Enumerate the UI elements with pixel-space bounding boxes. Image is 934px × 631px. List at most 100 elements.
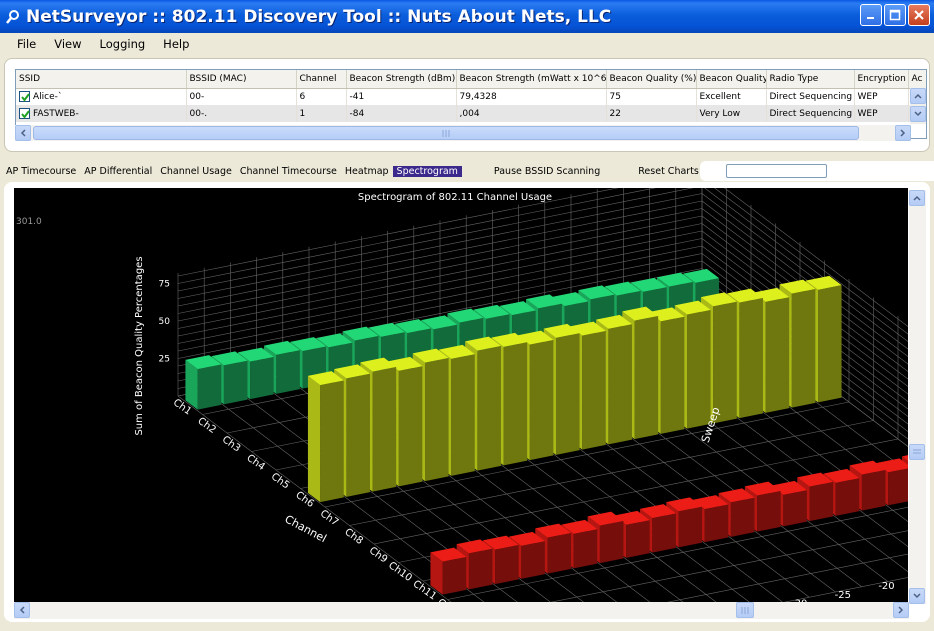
bar-side-face bbox=[861, 469, 886, 511]
bar-side-face bbox=[346, 373, 370, 497]
tab-heatmap[interactable]: Heatmap bbox=[341, 166, 393, 177]
quality-pct-cell: 22 bbox=[606, 105, 697, 122]
encryption-cell: WEP bbox=[854, 88, 909, 105]
z-tick-label: -20 bbox=[878, 581, 894, 592]
bar-side-face bbox=[529, 339, 554, 461]
menu-logging[interactable]: Logging bbox=[91, 37, 155, 51]
bar-side-face bbox=[809, 481, 834, 522]
tab-spectrogram[interactable]: Spectrogram bbox=[392, 165, 462, 177]
col-radio[interactable]: Radio Type bbox=[766, 70, 855, 89]
chart-scroll-up-icon[interactable] bbox=[909, 190, 925, 206]
table-horizontal-scrollbar[interactable] bbox=[15, 125, 911, 141]
col-channel[interactable]: Channel bbox=[296, 70, 347, 89]
bar-side-face bbox=[477, 345, 501, 471]
channel-cell: 6 bbox=[296, 88, 347, 105]
spectrogram-chart: Spectrogram of 802.11 Channel Usage 301.… bbox=[14, 188, 908, 602]
row-checkbox[interactable] bbox=[19, 91, 30, 103]
bar-side-face bbox=[599, 520, 624, 564]
spectrogram-svg: Spectrogram of 802.11 Channel Usage 301.… bbox=[16, 188, 908, 602]
bar-side-face bbox=[608, 324, 632, 445]
menu-view[interactable]: View bbox=[45, 37, 90, 51]
bar-side-face bbox=[888, 468, 908, 506]
bar-side-face bbox=[713, 301, 737, 424]
bar-side-face bbox=[424, 357, 449, 482]
chart-title: Spectrogram of 802.11 Channel Usage bbox=[358, 192, 552, 203]
x-tick-label: Ch3 bbox=[220, 434, 242, 454]
scroll-up-icon[interactable] bbox=[910, 88, 926, 104]
table-scroll-thumb[interactable] bbox=[33, 126, 859, 140]
x-tick-label: Ch5 bbox=[269, 471, 291, 491]
table-row[interactable]: Alice-` 00- 6 -41 79,4328 75 Excellent D… bbox=[16, 88, 926, 105]
minimize-button[interactable] bbox=[860, 4, 882, 26]
bar-side-face bbox=[686, 309, 711, 429]
spectrogram-bar bbox=[185, 355, 222, 410]
chart-scroll-thumb[interactable] bbox=[909, 444, 925, 460]
menu-bar: File View Logging Help bbox=[0, 33, 934, 55]
close-button[interactable] bbox=[908, 4, 930, 26]
chart-scroll-right-icon[interactable] bbox=[893, 602, 909, 618]
col-mwatt[interactable]: Beacon Strength (mWatt x 10^6) bbox=[456, 70, 607, 89]
bar-side-face bbox=[634, 315, 659, 440]
tab-text-field[interactable] bbox=[726, 164, 827, 178]
chart-scroll-left-icon[interactable] bbox=[14, 602, 30, 618]
x-tick-label: Ch9 bbox=[367, 545, 389, 565]
window-title: NetSurveyor :: 802.11 Discovery Tool :: … bbox=[26, 6, 612, 27]
menu-help[interactable]: Help bbox=[154, 37, 198, 51]
col-ac[interactable]: Ac bbox=[908, 70, 926, 89]
col-bssid[interactable]: BSSID (MAC) bbox=[186, 70, 297, 89]
col-ssid[interactable]: SSID bbox=[16, 70, 187, 89]
bssid-cell: 00-. bbox=[186, 105, 297, 122]
bar-side-face bbox=[730, 497, 755, 537]
bar-front-face bbox=[307, 375, 321, 503]
tab-channel-timecourse[interactable]: Channel Timecourse bbox=[236, 166, 341, 177]
tab-ap-differential[interactable]: AP Differential bbox=[80, 166, 156, 177]
col-encryption[interactable]: Encryption bbox=[854, 70, 909, 89]
y-tick-label: 50 bbox=[159, 317, 171, 327]
scroll-left-icon[interactable] bbox=[15, 125, 31, 141]
row-checkbox[interactable] bbox=[19, 108, 30, 119]
bar-side-face bbox=[739, 297, 763, 419]
bar-side-face bbox=[451, 354, 475, 476]
x-tick-label: Ch8 bbox=[342, 527, 364, 547]
bar-side-face bbox=[495, 544, 519, 585]
bar-side-face bbox=[835, 478, 860, 516]
x-tick-label: Ch7 bbox=[318, 508, 340, 528]
col-dbm[interactable]: Beacon Strength (dBm) bbox=[346, 70, 457, 89]
chart-scroll-down-icon[interactable] bbox=[909, 588, 925, 604]
bar-side-face bbox=[276, 350, 300, 394]
tab-ap-timecourse[interactable]: AP Timecourse bbox=[2, 166, 80, 177]
col-quality[interactable]: Beacon Quality bbox=[696, 70, 767, 89]
table-row[interactable]: FASTWEB- 00-. 1 -84 ,004 22 Very Low Dir… bbox=[16, 105, 926, 122]
scroll-right-icon[interactable] bbox=[895, 125, 911, 141]
reset-charts-button[interactable]: Reset Charts bbox=[634, 166, 703, 177]
chart-hscroll-thumb[interactable] bbox=[736, 602, 754, 618]
quality-pct-cell: 75 bbox=[606, 88, 697, 105]
y-axis-label: Sum of Beacon Quality Percentages bbox=[134, 256, 145, 435]
bar-side-face bbox=[521, 541, 545, 579]
bar-side-face bbox=[704, 504, 729, 543]
ap-table-panel: SSID BSSID (MAC) Channel Beacon Strength… bbox=[4, 58, 930, 152]
ssid-cell: FASTWEB- bbox=[33, 109, 79, 119]
chart-horizontal-scrollbar[interactable] bbox=[14, 602, 909, 619]
menu-file[interactable]: File bbox=[8, 37, 45, 51]
scroll-down-icon[interactable] bbox=[910, 106, 926, 122]
quality-cell: Excellent bbox=[696, 88, 767, 105]
y-tick-label: 75 bbox=[159, 280, 170, 290]
channel-cell: 1 bbox=[296, 105, 347, 122]
col-quality-pct[interactable]: Beacon Quality (%) bbox=[606, 70, 697, 89]
title-bar: NetSurveyor :: 802.11 Discovery Tool :: … bbox=[0, 0, 934, 33]
tab-channel-usage[interactable]: Channel Usage bbox=[156, 166, 236, 177]
bar-side-face bbox=[468, 548, 493, 590]
bar-side-face bbox=[817, 285, 842, 403]
pause-scanning-button[interactable]: Pause BSSID Scanning bbox=[490, 166, 604, 177]
dbm-cell: -41 bbox=[346, 88, 457, 105]
table-vertical-scrollbar[interactable] bbox=[910, 88, 926, 124]
maximize-button[interactable] bbox=[884, 4, 906, 26]
bar-side-face bbox=[652, 513, 676, 553]
x-tick-label: Ch2 bbox=[195, 416, 217, 436]
bar-side-face bbox=[626, 520, 650, 558]
bar-side-face bbox=[250, 356, 274, 400]
chart-vertical-scrollbar[interactable] bbox=[909, 190, 926, 604]
app-search-icon bbox=[4, 8, 22, 26]
bar-side-face bbox=[197, 364, 222, 410]
